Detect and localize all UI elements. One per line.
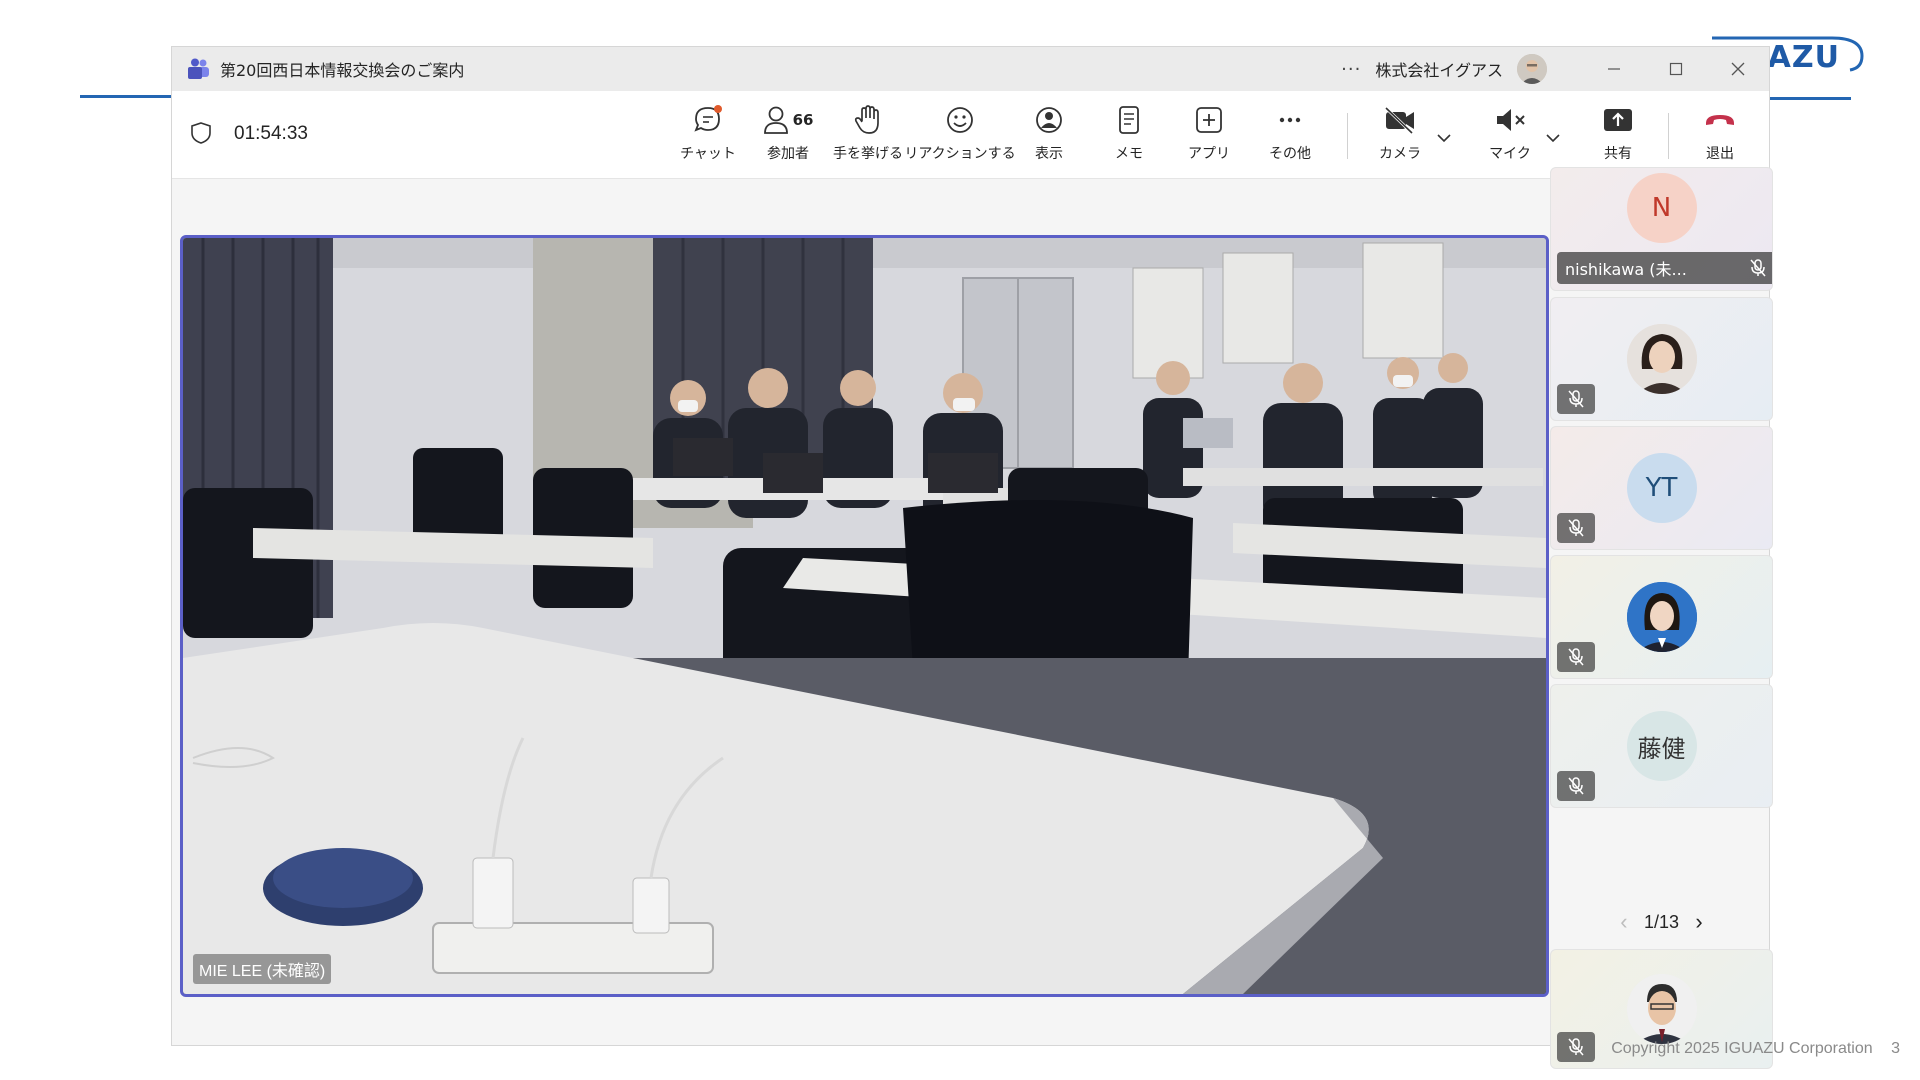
more-horizontal-icon (1275, 101, 1305, 139)
prev-page-chevron-left-icon[interactable]: ‹ (1604, 909, 1644, 935)
title-bar: 第20回西日本情報交換会のご案内 ··· 株式会社イグアス (172, 47, 1769, 91)
mic-off-icon (1557, 1032, 1595, 1062)
minimize-button[interactable] (1583, 47, 1645, 91)
reactions-label: リアクションする (904, 146, 1016, 162)
camera-button[interactable]: カメラ (1372, 101, 1428, 171)
meeting-toolbar: 01:54:33 チャット 66 参加者 手を挙げる リアクションする 表示 メ… (172, 91, 1769, 179)
reactions-button[interactable]: リアクションする (904, 101, 1016, 171)
participant-tile[interactable] (1550, 297, 1773, 421)
mic-label: マイク (1489, 146, 1531, 162)
share-label: 共有 (1604, 146, 1632, 162)
view-label: 表示 (1035, 146, 1063, 162)
notes-button[interactable]: メモ (1104, 101, 1154, 171)
apps-label: アプリ (1188, 146, 1230, 162)
toolbar-divider (1668, 113, 1669, 159)
chat-button[interactable]: チャット (678, 101, 738, 171)
camera-label: カメラ (1379, 146, 1421, 162)
mic-off-icon (1744, 259, 1772, 277)
organization-name: 株式会社イグアス (1375, 61, 1503, 80)
participant-more-icon[interactable]: ··· (1772, 259, 1773, 278)
camera-off-icon (1383, 101, 1417, 139)
add-app-icon (1194, 101, 1224, 139)
slide-rule-left (80, 95, 172, 98)
camera-options-chevron-down-icon[interactable] (1436, 133, 1452, 143)
share-button[interactable]: 共有 (1590, 101, 1646, 171)
logo-text: AZU (1767, 40, 1840, 75)
mic-off-icon (1557, 384, 1595, 414)
more-options-icon[interactable]: ··· (1341, 59, 1361, 80)
copyright-text: Copyright 2025 IGUAZU Corporation (1611, 1040, 1873, 1057)
toolbar-divider (1347, 113, 1348, 159)
speaker-name-label: MIE LEE (未確認) (193, 954, 332, 984)
mic-off-icon (1557, 513, 1595, 543)
participant-tile[interactable] (1550, 555, 1773, 679)
page-number: 3 (1891, 1040, 1900, 1057)
participant-photo (1626, 324, 1697, 394)
teams-meeting-window: 第20回西日本情報交換会のご案内 ··· 株式会社イグアス 01:54:33 チ… (171, 46, 1773, 1069)
participant-photo (1626, 974, 1697, 1044)
participant-avatar: 藤健 (1626, 711, 1697, 781)
share-screen-icon (1602, 101, 1634, 139)
participants-label: 参加者 (767, 146, 809, 162)
speaker-mute-icon (1493, 101, 1527, 139)
account-avatar[interactable] (1517, 54, 1547, 84)
leave-label: 退出 (1706, 146, 1734, 162)
participant-pager: ‹ 1/13 › (1550, 907, 1773, 937)
more-button[interactable]: その他 (1262, 101, 1318, 171)
page-indicator: 1/13 (1643, 911, 1680, 932)
participant-tile[interactable]: 藤健 (1550, 684, 1773, 808)
participant-photo (1626, 582, 1697, 652)
participant-namebar: nishikawa (未... ··· (1557, 252, 1773, 284)
shield-icon (191, 122, 211, 144)
participant-tile[interactable]: YT (1550, 426, 1773, 550)
maximize-button[interactable] (1645, 47, 1707, 91)
people-icon (763, 106, 788, 134)
hang-up-icon (1703, 101, 1737, 139)
participant-tile[interactable]: N nishikawa (未... ··· (1550, 167, 1773, 291)
close-button[interactable] (1707, 47, 1769, 91)
maximize-icon (1669, 62, 1683, 76)
mic-off-icon (1557, 771, 1595, 801)
chat-icon (692, 101, 724, 139)
slide-rule-right (1760, 97, 1851, 100)
participant-count: 66 (792, 111, 814, 129)
meeting-room-video (183, 238, 1546, 994)
participants-button[interactable]: 66 参加者 (752, 101, 824, 171)
participant-avatar: YT (1626, 453, 1697, 523)
minimize-icon (1608, 68, 1620, 70)
notes-icon (1115, 101, 1143, 139)
presentation-slide: AZU 第20回西日本情報交換会のご案内 ··· 株式会社イグアス 01:54:… (0, 0, 1920, 1080)
view-button[interactable]: 表示 (1024, 101, 1074, 171)
mic-options-chevron-down-icon[interactable] (1545, 133, 1561, 143)
view-icon (1033, 101, 1065, 139)
smiley-icon (944, 101, 976, 139)
hand-icon (853, 101, 883, 139)
participant-name: nishikawa (未... (1565, 260, 1687, 279)
notes-label: メモ (1115, 146, 1143, 162)
next-page-chevron-right-icon[interactable]: › (1679, 909, 1719, 935)
mic-button[interactable]: マイク (1482, 101, 1538, 171)
apps-button[interactable]: アプリ (1184, 101, 1234, 171)
slide-footer: Copyright 2025 IGUAZU Corporation 3 (1611, 1040, 1900, 1058)
raise-hand-button[interactable]: 手を挙げる (832, 101, 904, 171)
mic-off-icon (1557, 642, 1595, 672)
window-title: 第20回西日本情報交換会のご案内 (220, 61, 465, 80)
leave-button[interactable]: 退出 (1692, 101, 1748, 171)
close-icon (1731, 62, 1745, 76)
more-label: その他 (1269, 146, 1311, 162)
teams-icon (186, 58, 210, 80)
meeting-timer: 01:54:33 (234, 123, 308, 144)
main-video-stage[interactable]: MIE LEE (未確認) (180, 235, 1549, 997)
chat-label: チャット (680, 146, 736, 162)
raise-hand-label: 手を挙げる (833, 146, 903, 162)
participant-avatar: N (1626, 173, 1697, 243)
